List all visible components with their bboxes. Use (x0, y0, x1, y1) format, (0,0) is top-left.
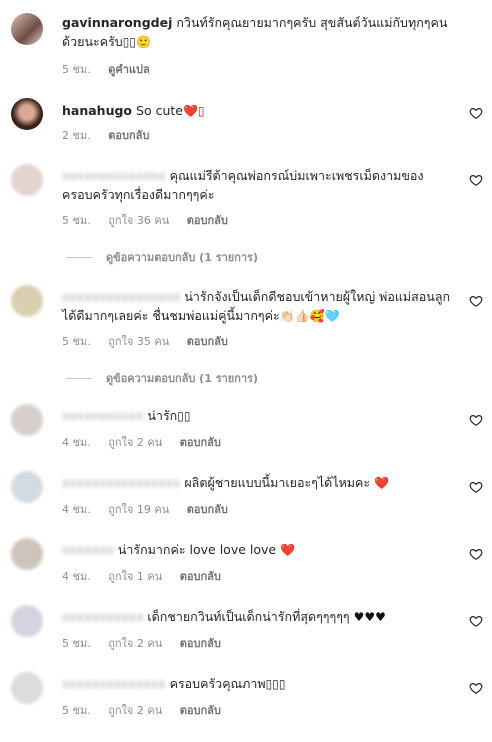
comment-meta: 4 ชม. ถูกใจ 19 คน ตอบกลับ (62, 500, 242, 518)
comment-body: xxxxxxxxxxx น่ารัก▯▯ (62, 406, 452, 426)
reply-button[interactable]: ตอบกลับ (180, 570, 221, 583)
avatar[interactable] (11, 285, 43, 317)
like-heart-icon[interactable] (469, 480, 483, 494)
comment-meta: 5 ชม. ถูกใจ 36 คน ตอบกลับ (62, 211, 242, 229)
view-replies-button[interactable]: ดูข้อความตอบกลับ (1 รายการ) (66, 369, 258, 387)
comment-body: gavinnarongdej กวินท์รักคุณยายมากๆครับ สุ… (62, 13, 452, 52)
comment-time: 5 ชม. (62, 63, 91, 76)
reply-button[interactable]: ตอบกลับ (180, 436, 221, 449)
comment-username[interactable]: gavinnarongdej (62, 15, 172, 30)
comment-emoji: ♥♥♥ (353, 610, 386, 624)
avatar[interactable] (11, 538, 43, 570)
comment-body: xxxxxxxxxxxxxx ครอบครัวคุณภาพ▯▯▯ (62, 674, 452, 694)
comment-likes[interactable]: ถูกใจ 1 คน (108, 570, 162, 583)
comment-time: 5 ชม. (62, 637, 91, 650)
comment-username[interactable]: xxxxxxxxxxxxxxxx (62, 475, 180, 490)
comment-meta: 5 ชม. ถูกใจ 35 คน ตอบกลับ (62, 332, 242, 350)
comment-username[interactable]: xxxxxxxxxxx (62, 609, 143, 624)
comment-body: xxxxxxxxxxxxxxxx น่ารักจังเป็นเด็กดีชอบเข… (62, 287, 452, 326)
view-replies-button[interactable]: ดูข้อความตอบกลับ (1 รายการ) (66, 248, 258, 266)
comment-emoji: ▯▯▯ (265, 677, 286, 691)
like-heart-icon[interactable] (469, 614, 483, 628)
see-translation-button[interactable]: ดูคำแปล (108, 63, 150, 76)
comment-time: 5 ชม. (62, 214, 91, 227)
comment-meta: 4 ชม. ถูกใจ 1 คน ตอบกลับ (62, 567, 235, 585)
comment-username[interactable]: xxxxxxxxxxxxxx (62, 676, 166, 691)
reply-button[interactable]: ตอบกลับ (180, 704, 221, 717)
comment-likes[interactable]: ถูกใจ 35 คน (108, 335, 169, 348)
comment-text: ครอบครัวคุณภาพ (169, 676, 266, 691)
like-heart-icon[interactable] (469, 681, 483, 695)
comment-time: 4 ชม. (62, 436, 91, 449)
comment-emoji: ❤️▯ (182, 104, 205, 118)
reply-button[interactable]: ตอบกลับ (187, 335, 228, 348)
avatar[interactable] (11, 164, 43, 196)
avatar[interactable] (11, 605, 43, 637)
view-replies-label: ดูข้อความตอบกลับ (1 รายการ) (106, 251, 258, 264)
comment-body: xxxxxxxxxxx เด็กชายกวินท์เป็นเด็กน่ารักที… (62, 607, 452, 627)
avatar[interactable] (11, 471, 43, 503)
comment-emoji: 👏🏻👍🏻🥰🩵 (279, 309, 340, 323)
comment-username[interactable]: xxxxxxx (62, 542, 114, 557)
comment-emoji: ▯▯ (177, 409, 191, 423)
comment-emoji: ❤️ (280, 543, 296, 557)
comment-meta: 5 ชม. ดูคำแปล (62, 60, 164, 78)
replies-divider (66, 256, 92, 258)
like-heart-icon[interactable] (469, 173, 483, 187)
comment-text: น่ารัก (147, 408, 178, 423)
avatar[interactable] (11, 404, 43, 436)
comment-text: น่ารักมากค่ะ love love love (117, 542, 277, 557)
comment-username[interactable]: xxxxxxxxxxxxxxxx (62, 289, 180, 304)
comment-body: hanahugo So cute❤️▯ (62, 101, 452, 121)
comment-username[interactable]: xxxxxxxxxxxxxx (62, 168, 166, 183)
comment-emoji: ❤️ (374, 476, 390, 490)
like-heart-icon[interactable] (469, 106, 483, 120)
comment-meta: 5 ชม. ถูกใจ 2 คน ตอบกลับ (62, 634, 235, 652)
replies-divider (66, 377, 92, 379)
comment-text: เด็กชายกวินท์เป็นเด็กน่ารักที่สุดๆๆๆๆๆ (147, 609, 350, 624)
comment-likes[interactable]: ถูกใจ 2 คน (108, 436, 162, 449)
comment-username[interactable]: hanahugo (62, 103, 132, 118)
reply-button[interactable]: ตอบกลับ (187, 503, 228, 516)
reply-button[interactable]: ตอบกลับ (187, 214, 228, 227)
comment-likes[interactable]: ถูกใจ 2 คน (108, 637, 162, 650)
comment-meta: 5 ชม. ถูกใจ 2 คน ตอบกลับ (62, 701, 235, 719)
comment-meta: 2 ชม. ตอบกลับ (62, 126, 163, 144)
like-heart-icon[interactable] (469, 547, 483, 561)
reply-button[interactable]: ตอบกลับ (180, 637, 221, 650)
comment-likes[interactable]: ถูกใจ 19 คน (108, 503, 169, 516)
comment-text: ผลิตผู้ชายแบบนี้มาเยอะๆได้ไหมคะ (184, 475, 371, 490)
avatar[interactable] (11, 13, 43, 45)
comment-time: 5 ชม. (62, 704, 91, 717)
avatar[interactable] (11, 672, 43, 704)
comment-time: 2 ชม. (62, 129, 91, 142)
comment-text: So cute (136, 103, 183, 118)
comment-meta: 4 ชม. ถูกใจ 2 คน ตอบกลับ (62, 433, 235, 451)
like-heart-icon[interactable] (469, 294, 483, 308)
comment-emoji: ▯▯🙂 (122, 35, 151, 49)
comment-time: 4 ชม. (62, 503, 91, 516)
comment-username[interactable]: xxxxxxxxxxx (62, 408, 143, 423)
avatar[interactable] (11, 98, 43, 130)
like-heart-icon[interactable] (469, 413, 483, 427)
view-replies-label: ดูข้อความตอบกลับ (1 รายการ) (106, 372, 258, 385)
comment-body: xxxxxxx น่ารักมากค่ะ love love love ❤️ (62, 540, 452, 560)
comment-likes[interactable]: ถูกใจ 2 คน (108, 704, 162, 717)
comment-likes[interactable]: ถูกใจ 36 คน (108, 214, 169, 227)
comment-body: xxxxxxxxxxxxxxxx ผลิตผู้ชายแบบนี้มาเยอะๆไ… (62, 473, 452, 493)
reply-button[interactable]: ตอบกลับ (108, 129, 149, 142)
comment-body: xxxxxxxxxxxxxx คุณแม่รีต้าคุณพ่อกรณ์บ่มเพ… (62, 166, 452, 204)
comment-time: 5 ชม. (62, 335, 91, 348)
comment-time: 4 ชม. (62, 570, 91, 583)
